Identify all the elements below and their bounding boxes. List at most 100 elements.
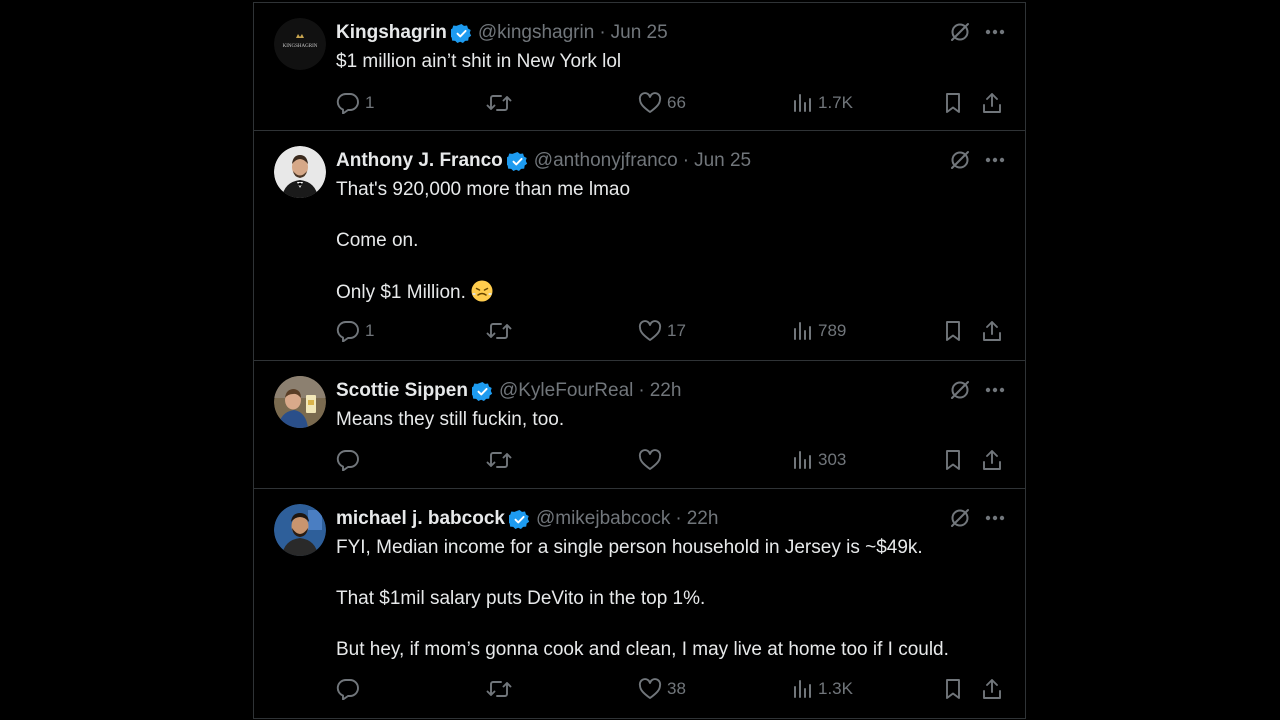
tweet-header: Kingshagrin @kingshagrin · Jun 25: [336, 20, 668, 46]
bookmark-button[interactable]: [942, 676, 964, 702]
avatar[interactable]: [274, 376, 326, 428]
share-button[interactable]: [981, 90, 1003, 116]
like-button[interactable]: 66: [638, 90, 686, 116]
reply-button[interactable]: 1: [336, 318, 374, 344]
tweet-line: $1 million ain’t shit in New York lol: [336, 51, 622, 72]
retweet-icon: [486, 320, 512, 342]
retweet-button[interactable]: [486, 318, 517, 344]
author-name[interactable]: Anthony J. Franco: [336, 150, 503, 172]
like-count: 38: [667, 679, 686, 698]
like-count: 17: [667, 321, 686, 340]
view-count: 303: [818, 450, 847, 469]
share-button[interactable]: [981, 318, 1003, 344]
views-icon: [791, 92, 813, 114]
reply-count: 1: [365, 321, 375, 340]
tweet[interactable]: KINGSHAGRIN Kingshagrin @kingshagrin · J…: [254, 3, 1025, 131]
more-icon[interactable]: [985, 387, 1005, 393]
tweet-top-actions: [949, 149, 1005, 171]
verified-badge-icon: [471, 381, 493, 402]
bookmark-button[interactable]: [942, 90, 964, 116]
heart-icon: [638, 92, 662, 114]
views-button[interactable]: 789: [791, 318, 846, 344]
tweet-top-actions: [949, 507, 1005, 529]
separator: ·: [599, 22, 606, 43]
heart-icon: [638, 449, 662, 471]
views-icon: [791, 678, 813, 700]
tweet-header: michael j. babcock @mikejbabcock · 22h: [336, 506, 718, 532]
retweet-icon: [486, 678, 512, 700]
timeline: KINGSHAGRIN Kingshagrin @kingshagrin · J…: [253, 2, 1026, 719]
separator: ·: [638, 380, 645, 401]
author-handle[interactable]: @KyleFourReal: [499, 380, 633, 402]
timestamp[interactable]: Jun 25: [611, 22, 668, 44]
bookmark-icon: [942, 678, 964, 700]
avatar[interactable]: KINGSHAGRIN: [274, 18, 326, 70]
tweet-line: Come on.: [336, 230, 419, 251]
author-name[interactable]: Kingshagrin: [336, 22, 447, 44]
avatar-logo-text: KINGSHAGRIN: [283, 44, 318, 49]
share-icon: [981, 92, 1003, 114]
timestamp[interactable]: 22h: [650, 380, 682, 402]
grok-icon[interactable]: [949, 149, 971, 171]
avatar[interactable]: [274, 504, 326, 556]
views-button[interactable]: 303: [791, 447, 846, 473]
author-handle[interactable]: @kingshagrin: [478, 22, 594, 44]
tweet-line: Means they still fuckin, too.: [336, 409, 565, 430]
author-handle[interactable]: @mikejbabcock: [536, 508, 670, 530]
separator: ·: [682, 150, 690, 171]
tweet[interactable]: michael j. babcock @mikejbabcock · 22h F…: [254, 489, 1025, 719]
views-button[interactable]: 1.3K: [791, 676, 853, 702]
share-button[interactable]: [981, 676, 1003, 702]
separator: ·: [675, 508, 682, 529]
tweet[interactable]: Scottie Sippen @KyleFourReal · 22h Means…: [254, 361, 1025, 489]
tweet-text: Means they still fuckin, too.: [336, 407, 564, 432]
bookmark-icon: [942, 320, 964, 342]
reply-button[interactable]: 1: [336, 90, 374, 116]
share-icon: [981, 449, 1003, 471]
views-button[interactable]: 1.7K: [791, 90, 853, 116]
tweet-text: That's 920,000 more than me lmao Come on…: [336, 177, 630, 304]
reply-button[interactable]: [336, 676, 365, 702]
retweet-button[interactable]: [486, 90, 517, 116]
bookmark-icon: [942, 92, 964, 114]
tweet-text: $1 million ain’t shit in New York lol: [336, 49, 621, 74]
more-icon[interactable]: [985, 29, 1005, 35]
more-icon[interactable]: [985, 157, 1005, 163]
tweet-header: Anthony J. Franco @anthonyjfranco · Jun …: [336, 148, 751, 174]
share-icon: [981, 320, 1003, 342]
share-button[interactable]: [981, 447, 1003, 473]
tweet-header: Scottie Sippen @KyleFourReal · 22h: [336, 378, 681, 404]
retweet-button[interactable]: [486, 447, 517, 473]
tweet-line: But hey, if mom’s gonna cook and clean, …: [336, 639, 949, 660]
author-handle[interactable]: @anthonyjfranco: [534, 150, 678, 172]
timestamp[interactable]: Jun 25: [694, 150, 751, 172]
tweet-line-text: Only $1 Million.: [336, 282, 466, 303]
grok-icon[interactable]: [949, 21, 971, 43]
reply-button[interactable]: [336, 447, 365, 473]
author-name[interactable]: michael j. babcock: [336, 508, 505, 530]
views-icon: [791, 320, 813, 342]
tweet-line: That $1mil salary puts DeVito in the top…: [336, 588, 706, 609]
view-count: 789: [818, 321, 847, 340]
bookmark-button[interactable]: [942, 447, 964, 473]
bookmark-button[interactable]: [942, 318, 964, 344]
like-button[interactable]: 17: [638, 318, 686, 344]
verified-badge-icon: [506, 151, 528, 172]
author-name[interactable]: Scottie Sippen: [336, 380, 468, 402]
like-button[interactable]: [638, 447, 667, 473]
reply-count: 1: [365, 93, 375, 112]
grok-icon[interactable]: [949, 379, 971, 401]
heart-icon: [638, 678, 662, 700]
tweet[interactable]: Anthony J. Franco @anthonyjfranco · Jun …: [254, 131, 1025, 361]
tweet-actions: 38 1.3K: [336, 676, 1004, 702]
verified-badge-icon: [508, 509, 530, 530]
like-button[interactable]: 38: [638, 676, 686, 702]
avatar[interactable]: [274, 146, 326, 198]
grok-icon[interactable]: [949, 507, 971, 529]
more-icon[interactable]: [985, 515, 1005, 521]
share-icon: [981, 678, 1003, 700]
tweet-top-actions: [949, 379, 1005, 401]
retweet-button[interactable]: [486, 676, 517, 702]
timestamp[interactable]: 22h: [687, 508, 719, 530]
reply-icon: [336, 320, 360, 342]
